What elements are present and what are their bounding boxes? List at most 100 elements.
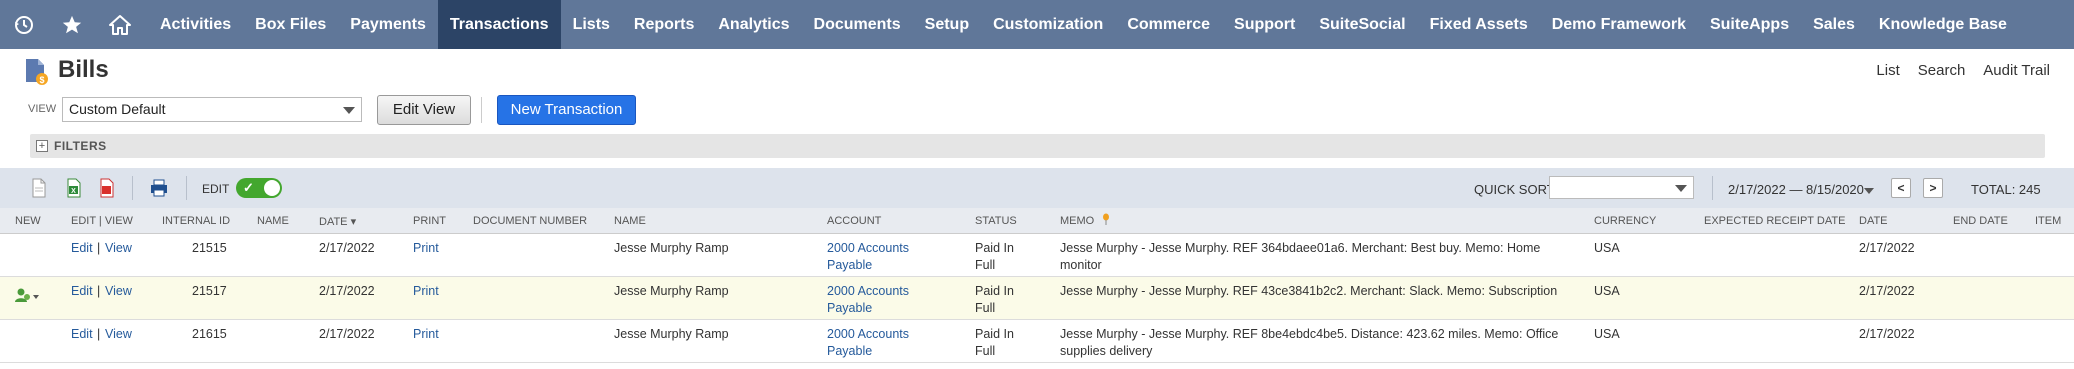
top-navigation: Activities Box Files Payments Transactio… <box>0 0 2074 49</box>
divider <box>186 176 187 200</box>
vendor-name: Jesse Murphy Ramp <box>614 284 729 298</box>
print-icon[interactable] <box>149 178 169 198</box>
quick-sort-select[interactable] <box>1549 176 1694 199</box>
nav-item-support[interactable]: Support <box>1222 0 1307 49</box>
nav-item-analytics[interactable]: Analytics <box>706 0 801 49</box>
home-icon[interactable] <box>96 0 144 49</box>
column-header-edit-view[interactable]: Edit | View <box>71 215 133 227</box>
column-header-date[interactable]: Date ▾ <box>319 215 356 228</box>
column-header-internal-id[interactable]: Internal ID <box>162 215 230 227</box>
date-range[interactable]: 2/17/2022 — 8/15/2020 <box>1728 182 1864 197</box>
expand-plus-icon[interactable]: + <box>36 140 48 152</box>
nav-menu: Activities Box Files Payments Transactio… <box>148 0 2019 49</box>
nav-item-customization[interactable]: Customization <box>981 0 1115 49</box>
list-link[interactable]: List <box>1876 62 1899 79</box>
new-transaction-button[interactable]: New Transaction <box>497 95 636 125</box>
recent-icon[interactable] <box>0 0 48 49</box>
row-actions-icon[interactable] <box>14 287 40 305</box>
previous-page-button[interactable]: < <box>1891 178 1911 198</box>
chevron-down-icon <box>343 107 355 114</box>
view-link[interactable]: View <box>105 326 132 343</box>
table-row[interactable]: Edit | View 21615 2/17/2022 Print Jesse … <box>0 320 2074 363</box>
edit-view-button[interactable]: Edit View <box>377 95 471 125</box>
nav-item-sales[interactable]: Sales <box>1801 0 1867 49</box>
edit-link[interactable]: Edit <box>71 326 93 343</box>
account-link[interactable]: 2000 Accounts Payable <box>827 326 909 360</box>
divider <box>132 176 133 200</box>
svg-text:$: $ <box>39 75 44 85</box>
view-select[interactable]: Custom Default <box>62 97 362 122</box>
nav-item-reports[interactable]: Reports <box>622 0 706 49</box>
nav-item-setup[interactable]: Setup <box>913 0 981 49</box>
edit-link[interactable]: Edit <box>71 283 93 300</box>
column-header-status[interactable]: Status <box>975 215 1017 227</box>
status: Paid In Full <box>975 326 1014 360</box>
edit-link[interactable]: Edit <box>71 240 93 257</box>
date-2: 2/17/2022 <box>1859 327 1915 341</box>
filters-label: FILTERS <box>54 139 107 153</box>
view-select-value: Custom Default <box>69 101 166 117</box>
column-header-name[interactable]: Name <box>257 215 289 227</box>
nav-item-box-files[interactable]: Box Files <box>243 0 338 49</box>
account-link[interactable]: 2000 Accounts Payable <box>827 283 909 317</box>
filters-bar[interactable]: + FILTERS <box>30 134 2045 158</box>
audit-trail-link[interactable]: Audit Trail <box>1983 62 2050 79</box>
nav-item-suitesocial[interactable]: SuiteSocial <box>1307 0 1417 49</box>
print-link[interactable]: Print <box>413 240 439 257</box>
column-header-print[interactable]: Print <box>413 215 446 227</box>
nav-item-knowledge-base[interactable]: Knowledge Base <box>1867 0 2019 49</box>
memo: Jesse Murphy - Jesse Murphy. REF 43ce384… <box>1060 283 1557 300</box>
memo: Jesse Murphy - Jesse Murphy. REF 8be4ebd… <box>1060 326 1558 360</box>
print-link[interactable]: Print <box>413 283 439 300</box>
star-icon[interactable] <box>48 0 96 49</box>
status: Paid In Full <box>975 283 1014 317</box>
column-header-document-number[interactable]: Document Number <box>473 215 587 227</box>
column-header-name-2[interactable]: Name <box>614 215 646 227</box>
edit-toggle[interactable]: ✓ <box>236 178 282 198</box>
print-link[interactable]: Print <box>413 326 439 343</box>
export-csv-icon[interactable] <box>29 178 49 198</box>
currency: USA <box>1594 284 1620 298</box>
nav-item-commerce[interactable]: Commerce <box>1115 0 1222 49</box>
toggle-knob <box>264 180 280 196</box>
status-line-2: Full <box>975 301 996 315</box>
column-header-currency[interactable]: Currency <box>1594 215 1656 227</box>
table-row[interactable]: Edit | View 21517 2/17/2022 Print Jesse … <box>0 277 2074 320</box>
search-link[interactable]: Search <box>1918 62 1966 79</box>
status: Paid In Full <box>975 240 1014 274</box>
column-header-date-2[interactable]: Date <box>1859 215 1888 227</box>
column-header-new[interactable]: New <box>15 215 41 227</box>
internal-id: 21517 <box>192 284 227 298</box>
column-header-account[interactable]: Account <box>827 215 881 227</box>
column-header-end-date[interactable]: End Date <box>1953 215 2008 227</box>
divider <box>481 97 482 123</box>
view-link[interactable]: View <box>105 283 132 300</box>
nav-item-lists[interactable]: Lists <box>561 0 622 49</box>
vendor-name: Jesse Murphy Ramp <box>614 241 729 255</box>
column-header-expected-receipt-date[interactable]: Expected Receipt Date <box>1704 215 1845 227</box>
chevron-down-icon[interactable] <box>1864 188 1874 194</box>
nav-item-transactions[interactable]: Transactions <box>437 0 561 49</box>
table-row[interactable]: Edit | View 21515 2/17/2022 Print Jesse … <box>0 234 2074 277</box>
nav-item-activities[interactable]: Activities <box>148 0 243 49</box>
next-page-button[interactable]: > <box>1923 178 1943 198</box>
chevron-down-icon <box>1675 185 1687 192</box>
export-pdf-icon[interactable] <box>97 178 117 198</box>
column-header-memo[interactable]: Memo <box>1060 215 1094 227</box>
nav-item-suiteapps[interactable]: SuiteApps <box>1698 0 1801 49</box>
nav-item-demo-framework[interactable]: Demo Framework <box>1540 0 1698 49</box>
date: 2/17/2022 <box>319 241 375 255</box>
internal-id: 21615 <box>192 327 227 341</box>
view-link[interactable]: View <box>105 240 132 257</box>
total-count: TOTAL: 245 <box>1971 182 2041 197</box>
list-toolbar: X EDIT ✓ QUICK SORT 2/17/2022 — 8/15/202… <box>0 168 2074 208</box>
bills-page-icon: $ <box>24 58 50 86</box>
pin-icon <box>1102 213 1110 228</box>
export-excel-icon[interactable]: X <box>64 178 84 198</box>
account-link[interactable]: 2000 Accounts Payable <box>827 240 909 274</box>
nav-item-fixed-assets[interactable]: Fixed Assets <box>1418 0 1540 49</box>
currency: USA <box>1594 241 1620 255</box>
nav-item-payments[interactable]: Payments <box>338 0 438 49</box>
nav-item-documents[interactable]: Documents <box>802 0 913 49</box>
column-header-item[interactable]: Item <box>2035 215 2061 227</box>
